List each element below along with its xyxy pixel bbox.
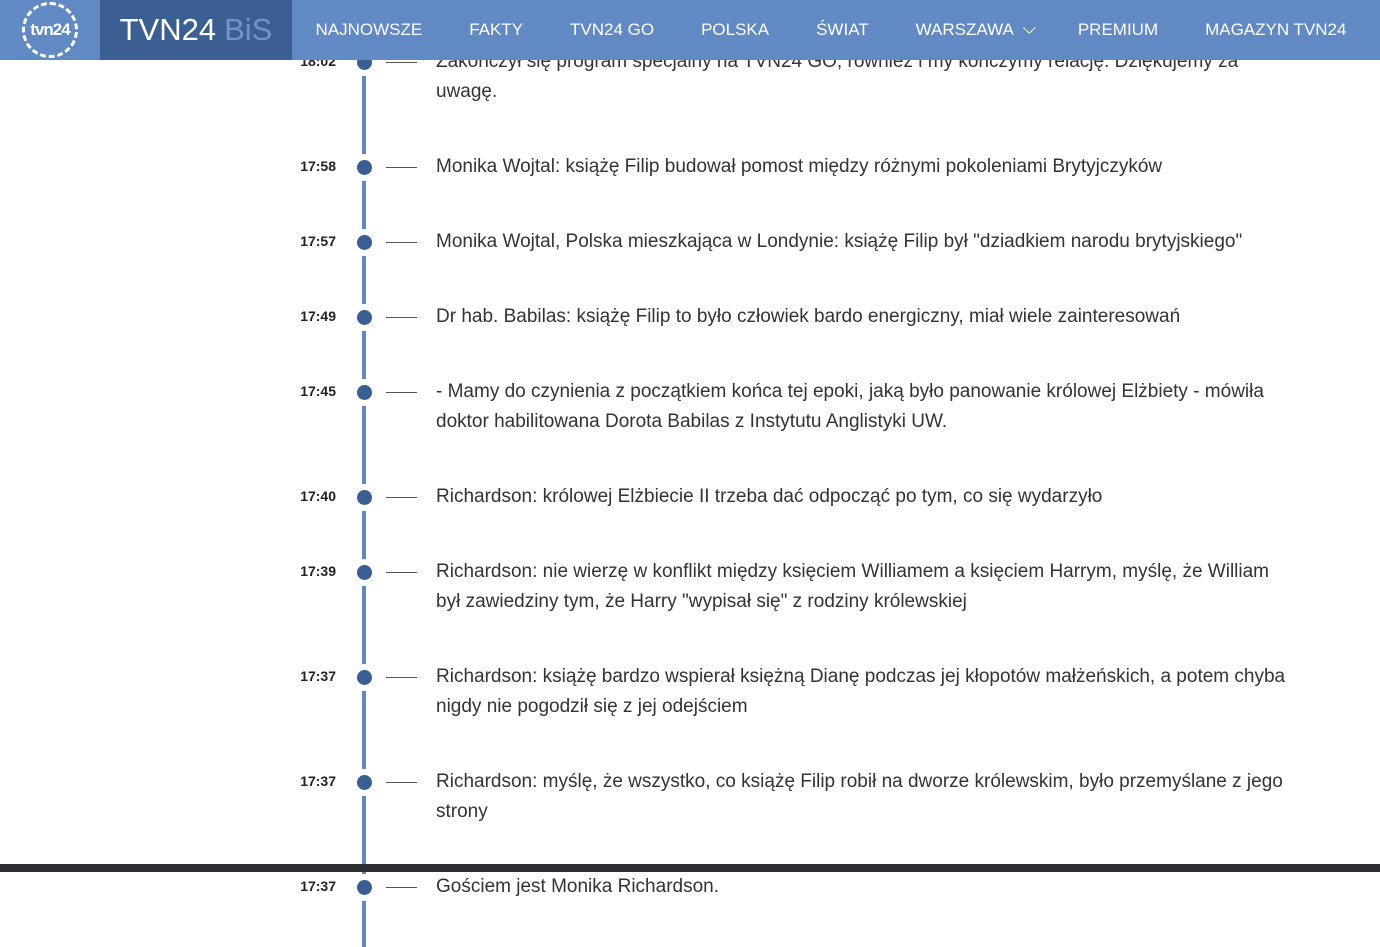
entry-time: 17:58 (300, 158, 336, 174)
timeline-dot-icon (357, 670, 372, 685)
entry-time: 17:37 (300, 773, 336, 789)
nav-najnowsze[interactable]: NAJNOWSZE (315, 20, 422, 40)
nav-premium[interactable]: PREMIUM (1078, 20, 1158, 40)
entry-time: 17:57 (300, 233, 336, 249)
entry-time: 17:39 (300, 563, 336, 579)
timeline-dot-icon (357, 775, 372, 790)
logo-mark: tvn24 (22, 2, 78, 58)
timeline-entry: 17:37 Richardson: myślę, że wszystko, co… (0, 767, 1380, 872)
site-header: tvn24 TVN24 BiS NAJNOWSZE FAKTY TVN24 GO … (0, 0, 1380, 60)
brand-name: TVN24 (119, 12, 217, 47)
timeline-entry: 17:37 Gościem jest Monika Richardson. (0, 872, 1380, 947)
nav-warszawa[interactable]: WARSZAWA (915, 20, 1036, 40)
bottom-bar (0, 864, 1380, 872)
entry-connector (386, 887, 417, 888)
nav-magazyn[interactable]: MAGAZYN TVN24 (1205, 20, 1346, 40)
timeline-entry: 17:58 Monika Wojtal: książę Filip budowa… (0, 152, 1380, 227)
brand-suffix: BiS (224, 12, 273, 47)
timeline-dot-icon (357, 310, 372, 325)
entry-text: Monika Wojtal: książę Filip budował pomo… (436, 156, 1163, 177)
entry-text: Dr hab. Babilas: książę Filip to było cz… (436, 306, 1181, 327)
nav-polska[interactable]: POLSKA (701, 20, 769, 40)
entry-text: - Mamy do czynienia z początkiem końca t… (436, 381, 1264, 432)
entry-connector (386, 572, 417, 573)
entry-connector (386, 497, 417, 498)
timeline-dot-icon (357, 235, 372, 250)
nav-tvn24-go[interactable]: TVN24 GO (570, 20, 654, 40)
entry-text: Richardson: książę bardzo wspierał księż… (436, 666, 1286, 717)
entry-time: 17:45 (300, 383, 336, 399)
entry-text: Richardson: myślę, że wszystko, co książ… (436, 771, 1283, 822)
entry-connector (386, 62, 417, 63)
live-timeline: 18:02 Zakończył się program specjalny na… (0, 47, 1380, 947)
timeline-entry: 18:02 Zakończył się program specjalny na… (0, 47, 1380, 152)
entry-connector (386, 317, 417, 318)
timeline-entry: 17:57 Monika Wojtal, Polska mieszkająca … (0, 227, 1380, 302)
timeline-dot-icon (357, 385, 372, 400)
entry-time: 17:40 (300, 488, 336, 504)
brand-title[interactable]: TVN24 BiS (100, 0, 292, 60)
timeline-entry: 17:39 Richardson: nie wierzę w konflikt … (0, 557, 1380, 662)
nav-fakty[interactable]: FAKTY (469, 20, 523, 40)
timeline-entry: 17:45 - Mamy do czynienia z początkiem k… (0, 377, 1380, 482)
entry-text: Richardson: nie wierzę w konflikt między… (436, 561, 1270, 612)
entry-time: 17:37 (300, 878, 336, 894)
entry-time: 17:37 (300, 668, 336, 684)
entry-text: Richardson: królowej Elżbiecie II trzeba… (436, 486, 1103, 507)
entry-text: Monika Wojtal, Polska mieszkająca w Lond… (436, 231, 1243, 252)
main-nav: NAJNOWSZE FAKTY TVN24 GO POLSKA ŚWIAT WA… (292, 0, 1380, 60)
entry-connector (386, 677, 417, 678)
entry-text: Gościem jest Monika Richardson. (436, 876, 719, 897)
timeline-dot-icon (357, 565, 372, 580)
entry-connector (386, 782, 417, 783)
entry-time: 17:49 (300, 308, 336, 324)
timeline-entry: 17:49 Dr hab. Babilas: książę Filip to b… (0, 302, 1380, 377)
timeline-dot-icon (357, 880, 372, 895)
timeline-entry: 17:37 Richardson: książę bardzo wspierał… (0, 662, 1380, 767)
timeline-dot-icon (357, 490, 372, 505)
timeline-dot-icon (357, 160, 372, 175)
entry-connector (386, 392, 417, 393)
tvn24-logo[interactable]: tvn24 (0, 0, 100, 60)
chevron-down-icon (1022, 20, 1036, 34)
nav-warszawa-label: WARSZAWA (915, 20, 1014, 39)
nav-swiat[interactable]: ŚWIAT (816, 20, 869, 40)
timeline-entry: 17:40 Richardson: królowej Elżbiecie II … (0, 482, 1380, 557)
entry-connector (386, 167, 417, 168)
entry-connector (386, 242, 417, 243)
